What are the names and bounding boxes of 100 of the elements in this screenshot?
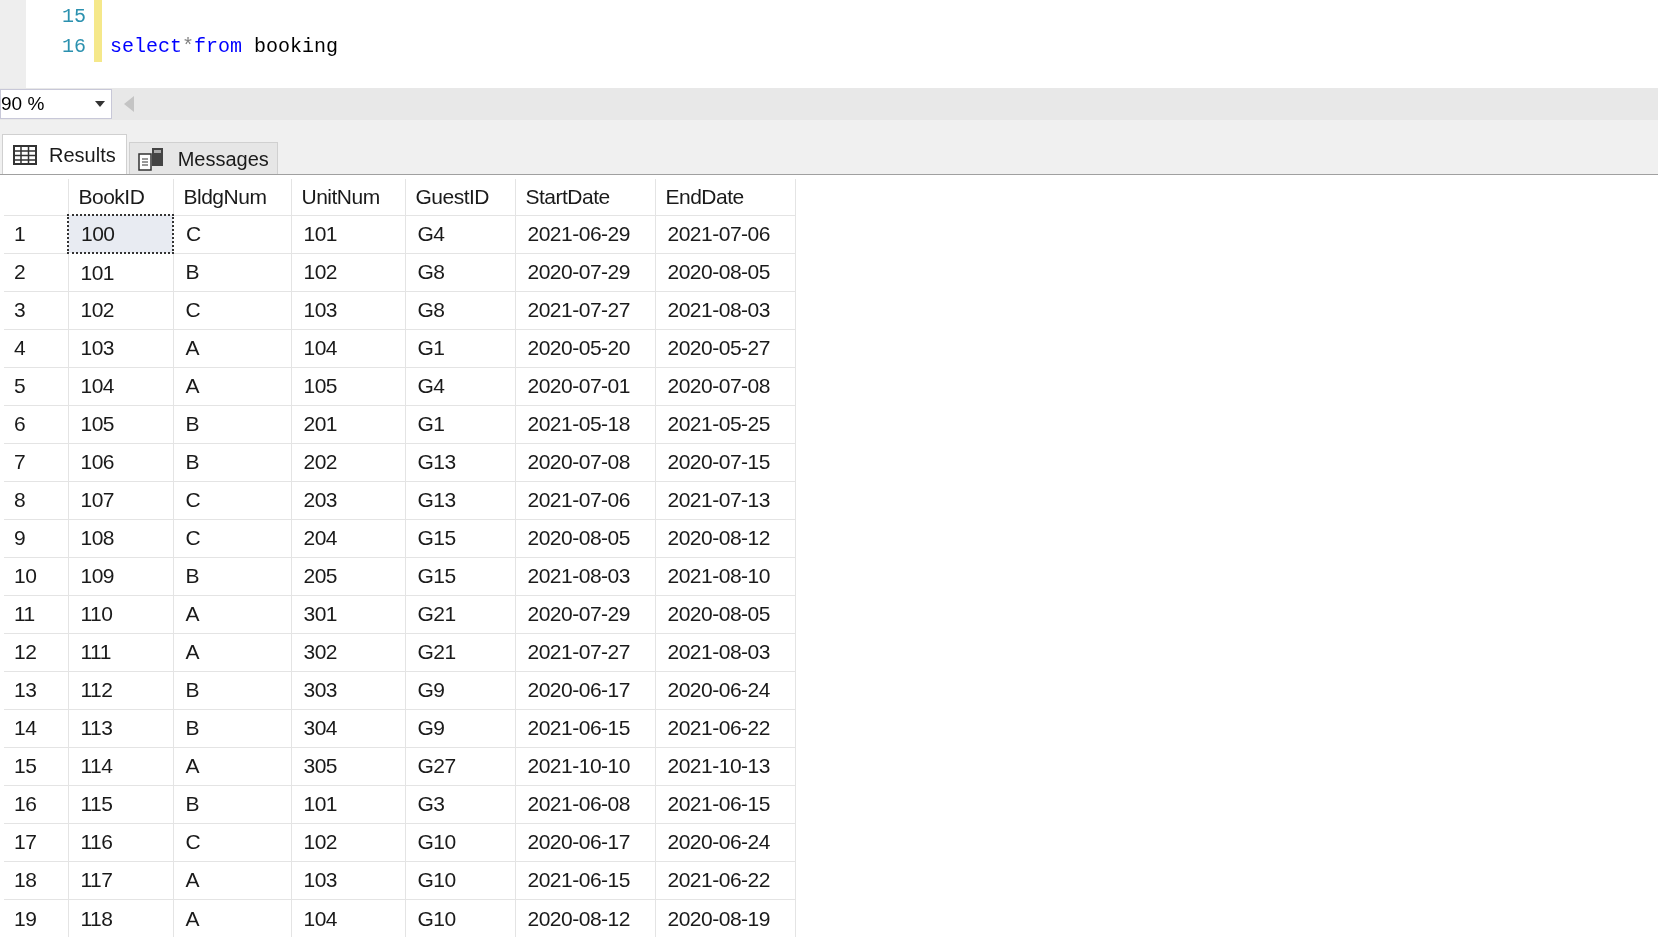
table-cell: 105	[68, 405, 173, 443]
table-cell: 303	[291, 671, 405, 709]
table-cell: 101	[291, 215, 405, 253]
zoom-dropdown[interactable]: 90 %	[0, 89, 112, 119]
change-marker	[94, 0, 102, 62]
code-line: select*from booking	[110, 34, 339, 60]
column-header[interactable]: GuestID	[405, 179, 515, 215]
row-number: 10	[4, 557, 68, 595]
table-cell: 2021-06-22	[655, 709, 795, 747]
table-cell: 2021-07-06	[515, 481, 655, 519]
row-number: 5	[4, 367, 68, 405]
row-number: 6	[4, 405, 68, 443]
table-cell: C	[173, 823, 291, 861]
table-cell: 100	[68, 215, 173, 253]
table-cell: 2020-08-12	[655, 519, 795, 557]
table-cell: 103	[68, 329, 173, 367]
table-cell: 101	[68, 253, 173, 291]
line-number: 16	[61, 34, 87, 60]
table-cell: G13	[405, 443, 515, 481]
table-cell: G1	[405, 329, 515, 367]
results-tab[interactable]: Messages	[128, 142, 278, 174]
row-number: 8	[4, 481, 68, 519]
row-number: 18	[4, 861, 68, 899]
table-cell: 104	[291, 899, 405, 937]
table-cell: 102	[291, 253, 405, 291]
table-cell: G10	[405, 861, 515, 899]
table-cell: 2020-08-05	[655, 253, 795, 291]
table-cell: 2020-07-29	[515, 253, 655, 291]
table-cell: 2020-06-24	[655, 671, 795, 709]
row-number: 13	[4, 671, 68, 709]
table-cell: 106	[68, 443, 173, 481]
table-cell: 112	[68, 671, 173, 709]
table-cell: G4	[405, 367, 515, 405]
table-cell: 205	[291, 557, 405, 595]
table-cell: 2021-06-22	[655, 861, 795, 899]
table-cell: 101	[291, 785, 405, 823]
table-cell: 201	[291, 405, 405, 443]
table-cell: G15	[405, 519, 515, 557]
table-cell: 109	[68, 557, 173, 595]
table-cell: G10	[405, 823, 515, 861]
table-cell: 2021-08-03	[515, 557, 655, 595]
table-cell: 2021-06-15	[515, 861, 655, 899]
column-header[interactable]: EndDate	[655, 179, 795, 215]
table-cell: G21	[405, 633, 515, 671]
row-number: 9	[4, 519, 68, 557]
table-cell: 103	[291, 291, 405, 329]
table-cell: C	[173, 291, 291, 329]
table-cell: 2020-07-08	[515, 443, 655, 481]
table-cell: 2021-06-08	[515, 785, 655, 823]
table-cell: 104	[68, 367, 173, 405]
table-cell: B	[173, 785, 291, 823]
row-number: 17	[4, 823, 68, 861]
table-cell: 2021-06-15	[515, 709, 655, 747]
document-icon	[137, 145, 166, 172]
table-cell: 2020-08-19	[655, 899, 795, 937]
table-cell: G15	[405, 557, 515, 595]
table-cell: G4	[405, 215, 515, 253]
column-header[interactable]: UnitNum	[291, 179, 405, 215]
table-cell: G8	[405, 291, 515, 329]
table-cell: 107	[68, 481, 173, 519]
table-cell: 116	[68, 823, 173, 861]
table-cell: 110	[68, 595, 173, 633]
row-number: 15	[4, 747, 68, 785]
table-cell: A	[173, 595, 291, 633]
table-cell: A	[173, 747, 291, 785]
table-cell: 2020-05-27	[655, 329, 795, 367]
table-cell: 2021-06-29	[515, 215, 655, 253]
table-cell: 114	[68, 747, 173, 785]
row-number: 3	[4, 291, 68, 329]
table-cell: 105	[291, 367, 405, 405]
table-cell: 115	[68, 785, 173, 823]
table-cell: A	[173, 899, 291, 937]
row-number: 11	[4, 595, 68, 633]
column-header[interactable]: StartDate	[515, 179, 655, 215]
scroll-left-icon[interactable]	[124, 96, 134, 112]
table-cell: G3	[405, 785, 515, 823]
table-cell: G1	[405, 405, 515, 443]
table-cell: C	[173, 519, 291, 557]
line-number: 15	[61, 4, 87, 30]
row-number: 7	[4, 443, 68, 481]
column-header[interactable]: BldgNum	[173, 179, 291, 215]
table-cell: 104	[291, 329, 405, 367]
results-tab[interactable]: Results	[2, 134, 127, 174]
table-cell: B	[173, 671, 291, 709]
table-cell: B	[173, 443, 291, 481]
dropdown-caret-icon	[95, 101, 105, 107]
table-cell: B	[173, 709, 291, 747]
table-cell: C	[173, 481, 291, 519]
table-cell: 305	[291, 747, 405, 785]
table-cell: C	[173, 215, 291, 253]
table-cell: 2020-05-20	[515, 329, 655, 367]
row-number: 14	[4, 709, 68, 747]
table-cell: A	[173, 861, 291, 899]
table-cell: 2021-06-15	[655, 785, 795, 823]
table-cell: 2021-07-06	[655, 215, 795, 253]
table-cell: 2021-05-25	[655, 405, 795, 443]
table-cell: 2020-06-17	[515, 671, 655, 709]
table-cell: 302	[291, 633, 405, 671]
table-cell: B	[173, 253, 291, 291]
table-cell: 2021-07-27	[515, 291, 655, 329]
